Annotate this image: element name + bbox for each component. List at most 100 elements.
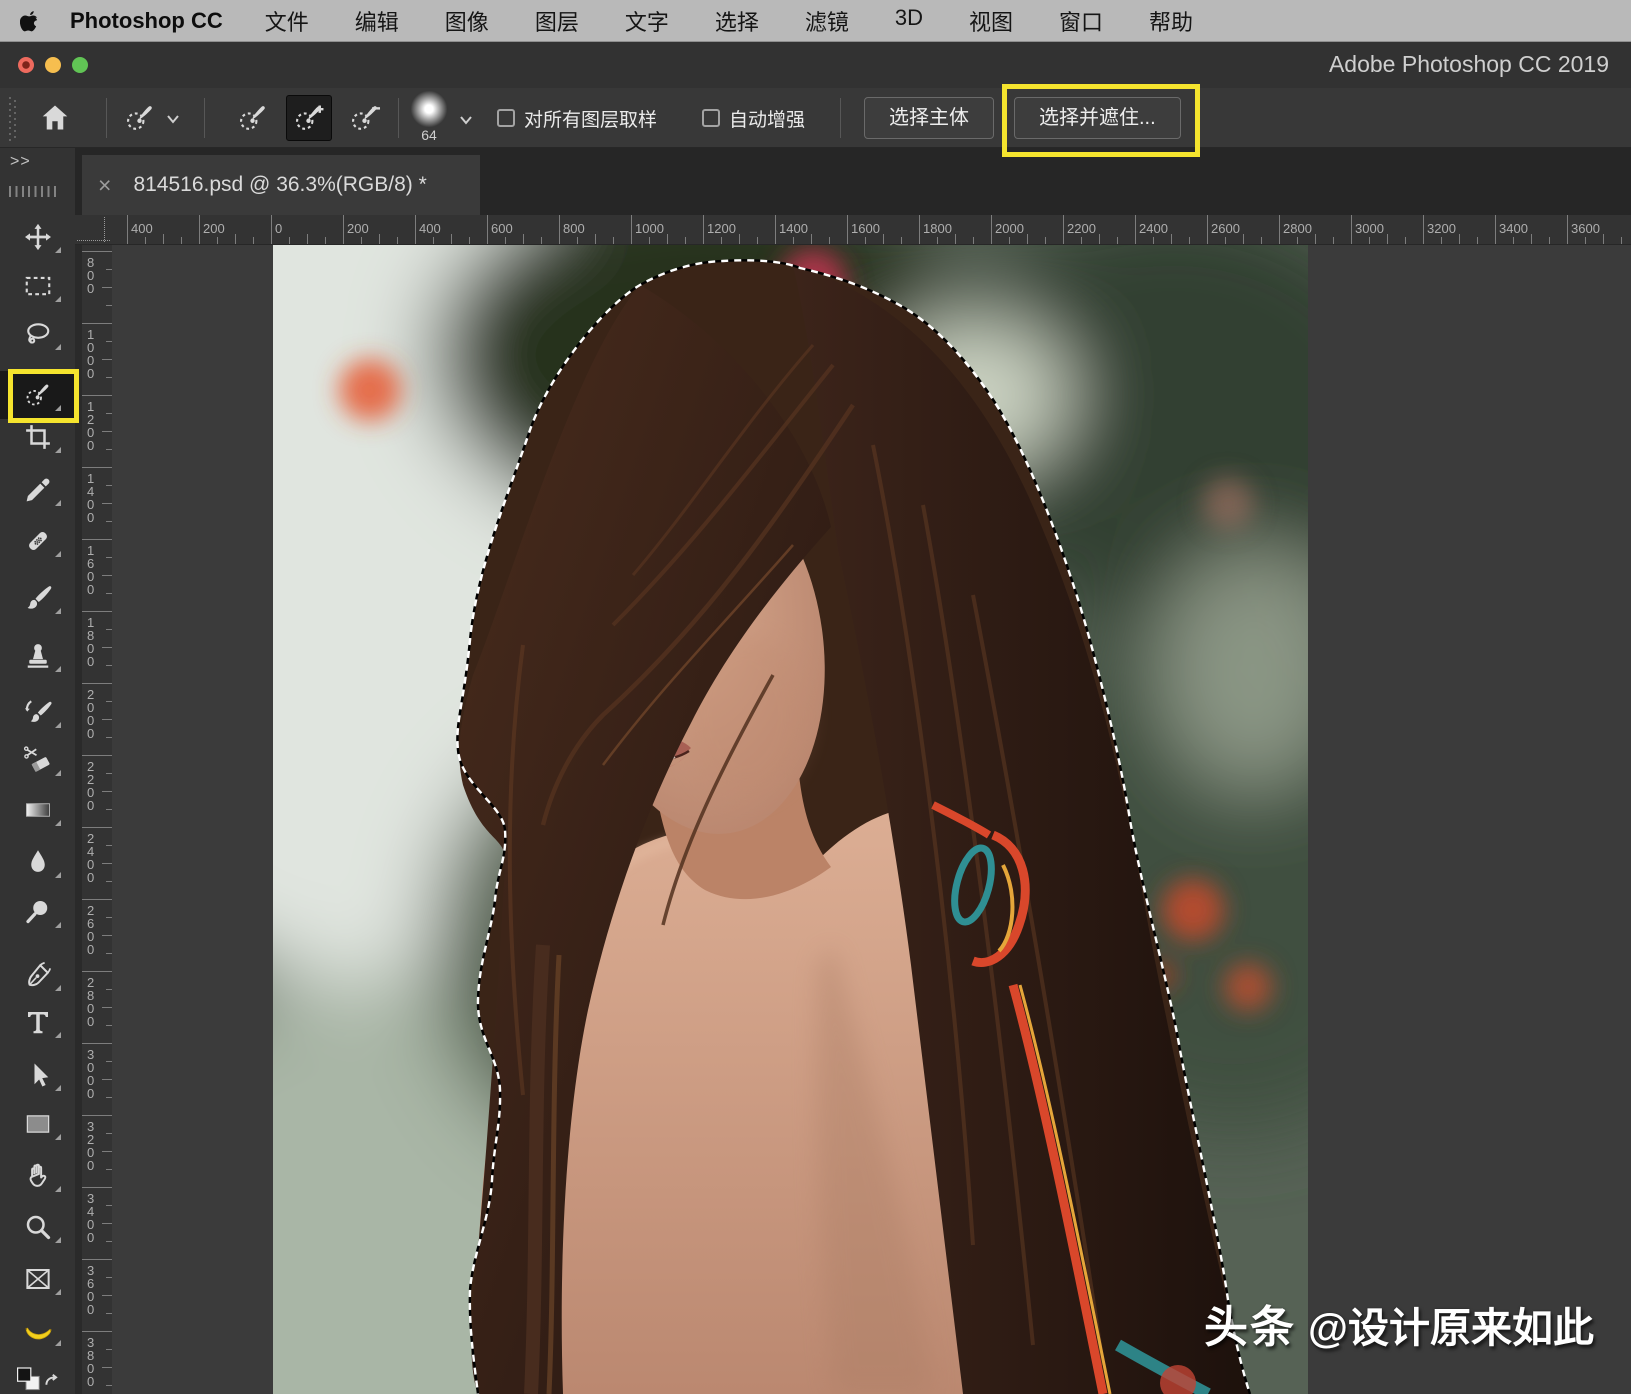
menu-item-11[interactable]: 帮助 xyxy=(1149,5,1193,37)
macos-menu-bar: Photoshop CC 文件 编辑 图像 图层 文字 选择 滤镜 3D 视图 窗口 帮助 xyxy=(0,0,1631,42)
menu-item-7[interactable]: 滤镜 xyxy=(805,5,849,37)
ruler-label: 200 xyxy=(347,221,369,236)
tool-blur[interactable] xyxy=(0,838,75,886)
ruler-label: 3000 xyxy=(87,1048,96,1100)
expand-panel-button[interactable]: >> xyxy=(10,153,31,171)
ruler-label: 2800 xyxy=(1283,221,1312,236)
ruler-origin-corner[interactable] xyxy=(75,215,112,245)
ruler-label: 3600 xyxy=(1571,221,1600,236)
ruler-label: 2200 xyxy=(87,760,96,812)
ruler-label: 1400 xyxy=(779,221,808,236)
watermark-handle: @设计原来如此 xyxy=(1308,1305,1594,1351)
ruler-label: 1800 xyxy=(87,616,96,668)
brush-preview-icon xyxy=(411,91,447,127)
divider xyxy=(106,98,107,138)
menu-item-10[interactable]: 窗口 xyxy=(1059,5,1103,37)
app-name[interactable]: Photoshop CC xyxy=(70,8,223,34)
divider xyxy=(204,98,205,138)
tool-rectangular-marquee[interactable] xyxy=(0,262,75,310)
tool-spot-healing-brush[interactable] xyxy=(0,517,75,565)
tool-eraser[interactable] xyxy=(0,736,75,784)
window-title-bar: Adobe Photoshop CC 2019 xyxy=(0,42,1631,88)
ruler-label: 3400 xyxy=(1499,221,1528,236)
ruler-label: 400 xyxy=(419,221,441,236)
brush-size-picker[interactable]: 64 xyxy=(405,91,453,143)
document-canvas-image[interactable] xyxy=(273,245,1308,1394)
tool-banana[interactable] xyxy=(0,1306,75,1354)
menu-item-2[interactable]: 编辑 xyxy=(355,5,399,37)
tool-clone-stamp[interactable] xyxy=(0,632,75,680)
tool-dodge[interactable] xyxy=(0,888,75,936)
tools-panel-header: >> xyxy=(0,148,75,215)
menu-item-5[interactable]: 文字 xyxy=(625,5,669,37)
watermark: 头条 @设计原来如此 xyxy=(1204,1291,1594,1355)
tool-type[interactable] xyxy=(0,998,75,1046)
tool-brush[interactable] xyxy=(0,574,75,622)
quick-selection-tool-preset[interactable] xyxy=(120,99,160,137)
tutorial-highlight-select-and-mask xyxy=(1002,84,1200,157)
tool-path-selection[interactable] xyxy=(0,1051,75,1099)
canvas-pasteboard[interactable]: 头条 @设计原来如此 xyxy=(112,245,1631,1394)
new-selection-mode-button[interactable] xyxy=(230,95,276,141)
tool-color-swatches[interactable] xyxy=(0,1356,75,1394)
tool-move[interactable] xyxy=(0,215,75,261)
auto-enhance-checkbox[interactable]: 自动增强 xyxy=(702,88,805,148)
tool-zoom[interactable] xyxy=(0,1203,75,1251)
chevron-down-icon[interactable] xyxy=(459,112,473,130)
select-subject-button[interactable]: 选择主体 xyxy=(864,97,994,139)
ruler-label: 1000 xyxy=(87,328,96,380)
chevron-down-icon[interactable] xyxy=(166,111,180,129)
tool-options-bar: 64 对所有图层取样 自动增强 选择主体 选择并遮住... xyxy=(0,88,1631,148)
tool-history-brush[interactable] xyxy=(0,688,75,736)
document-tab-title: 814516.psd @ 36.3%(RGB/8) * xyxy=(133,173,426,197)
options-bar-grip[interactable] xyxy=(9,95,17,141)
menu-item-8[interactable]: 3D xyxy=(895,5,923,37)
ruler-label: 1800 xyxy=(923,221,952,236)
ruler-label: 800 xyxy=(563,221,585,236)
watermark-logo: 头条 xyxy=(1204,1303,1296,1352)
vertical-ruler[interactable]: 8001000120014001600180020002200240026002… xyxy=(82,245,112,1394)
tutorial-highlight-quick-selection-tool xyxy=(8,369,79,423)
menu-item-9[interactable]: 视图 xyxy=(969,5,1013,37)
menu-item-1[interactable]: 文件 xyxy=(265,5,309,37)
menu-item-3[interactable]: 图像 xyxy=(445,5,489,37)
divider xyxy=(398,98,399,138)
minimize-window-button[interactable] xyxy=(45,57,61,73)
tool-rectangle[interactable] xyxy=(0,1100,75,1148)
document-tab[interactable]: × 814516.psd @ 36.3%(RGB/8) * xyxy=(82,155,480,215)
ruler-label: 400 xyxy=(131,221,153,236)
tool-gradient[interactable] xyxy=(0,786,75,834)
add-to-selection-mode-button[interactable] xyxy=(286,95,332,141)
horizontal-ruler[interactable]: 4002000200400600800100012001400160018002… xyxy=(112,215,1631,245)
tool-hand[interactable] xyxy=(0,1152,75,1200)
ruler-label: 1200 xyxy=(707,221,736,236)
tool-lasso[interactable] xyxy=(0,310,75,358)
tool-eyedropper[interactable] xyxy=(0,466,75,514)
ruler-label: 0 xyxy=(275,221,282,236)
ruler-label: 3600 xyxy=(87,1264,96,1316)
sample-all-layers-checkbox[interactable]: 对所有图层取样 xyxy=(497,88,657,148)
tool-frame[interactable] xyxy=(0,1255,75,1303)
divider xyxy=(840,98,841,138)
ruler-label: 1200 xyxy=(87,400,96,452)
ruler-label: 2600 xyxy=(87,904,96,956)
ruler-label: 2800 xyxy=(87,976,96,1028)
zoom-window-button[interactable] xyxy=(72,57,88,73)
ruler-label: 2000 xyxy=(87,688,96,740)
ruler-label: 2400 xyxy=(1139,221,1168,236)
home-icon[interactable] xyxy=(37,100,73,136)
menu-item-4[interactable]: 图层 xyxy=(535,5,579,37)
document-tab-strip: >> × 814516.psd @ 36.3%(RGB/8) * xyxy=(0,148,1631,215)
menu-item-6[interactable]: 选择 xyxy=(715,5,759,37)
tool-pen[interactable] xyxy=(0,951,75,999)
subtract-from-selection-mode-button[interactable] xyxy=(342,95,388,141)
ruler-label: 2600 xyxy=(1211,221,1240,236)
checkbox-icon xyxy=(497,109,515,127)
close-tab-icon[interactable]: × xyxy=(98,172,111,199)
close-window-button[interactable] xyxy=(18,57,34,73)
ruler-label: 1400 xyxy=(87,472,96,524)
ruler-label: 3800 xyxy=(87,1336,96,1388)
apple-icon[interactable] xyxy=(20,9,40,33)
ruler-label: 3400 xyxy=(87,1192,96,1244)
panel-grip[interactable] xyxy=(9,186,57,197)
